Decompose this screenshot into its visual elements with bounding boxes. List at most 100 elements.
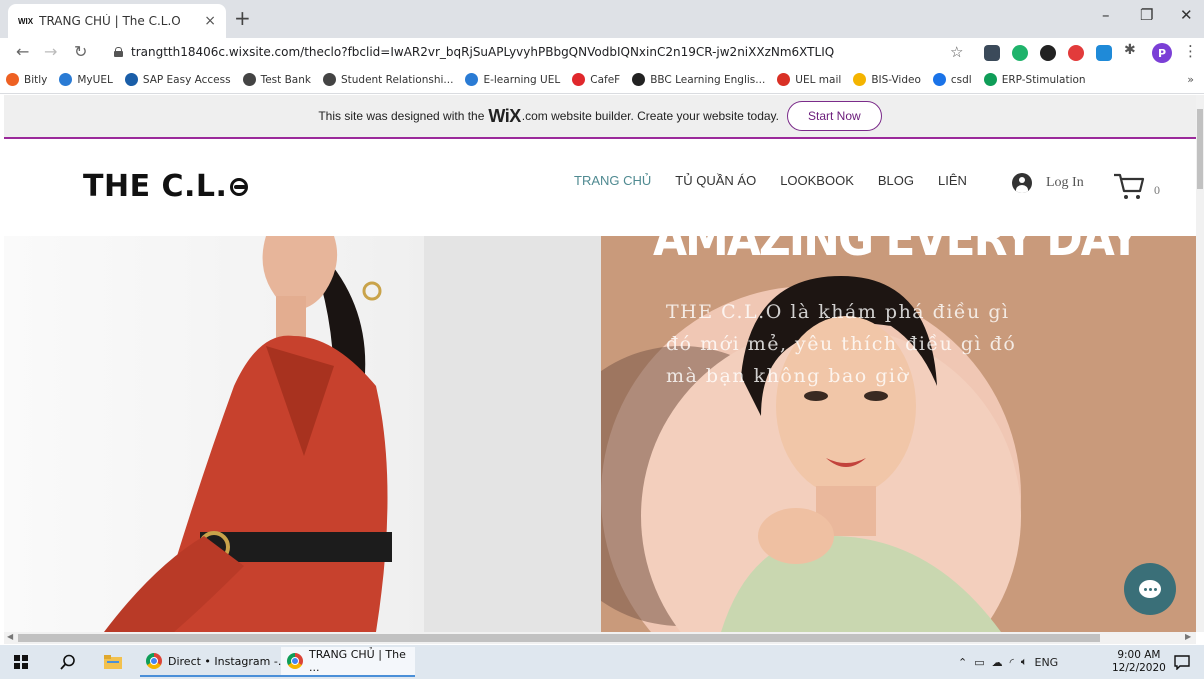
bookmark-item[interactable]: SAP Easy Access	[124, 73, 231, 86]
nav-item-4[interactable]: LIÊN	[938, 173, 967, 188]
lock-icon	[114, 47, 123, 57]
bookmark-label: csdl	[950, 73, 972, 86]
site-logo[interactable]: THE C.L.	[83, 169, 253, 204]
nav-item-1[interactable]: TỦ QUẦN ÁO	[675, 173, 756, 188]
bookmark-item[interactable]: MyUEL	[59, 73, 113, 86]
bookmark-item[interactable]: BIS-Video	[853, 73, 921, 86]
nav-item-3[interactable]: BLOG	[878, 173, 914, 188]
taskbar-app-label: Direct • Instagram -...	[168, 654, 289, 668]
extensions-puzzle-icon[interactable]: ✱	[1124, 42, 1140, 58]
bookmark-item[interactable]: ERP-Stimulation	[983, 73, 1086, 86]
scroll-left-arrow-icon[interactable]: ◀	[7, 632, 13, 641]
new-tab-button[interactable]: +	[234, 6, 251, 30]
taskbar-clock[interactable]: 9:00 AM 12/2/2020	[1112, 649, 1166, 675]
nav-item-0[interactable]: TRANG CHỦ	[574, 173, 651, 188]
tab-title: TRANG CHỦ | The C.L.O	[39, 14, 181, 28]
bookmark-favicon-icon	[59, 73, 73, 86]
address-bar[interactable]: trangtth18406c.wixsite.com/theclo?fbclid…	[106, 40, 972, 64]
bookmark-label: UEL mail	[795, 73, 842, 86]
bookmark-label: SAP Easy Access	[142, 73, 231, 86]
vertical-scrollbar[interactable]	[1196, 95, 1204, 632]
bookmark-favicon-icon	[465, 73, 479, 86]
profile-avatar[interactable]: P	[1152, 43, 1172, 63]
file-explorer-icon[interactable]	[104, 654, 122, 670]
bookmark-favicon-icon	[322, 73, 336, 86]
bookmark-item[interactable]: Test Bank	[242, 73, 311, 86]
bookmark-label: CafeF	[590, 73, 621, 86]
browser-tabstrip: WIX TRANG CHỦ | The C.L.O × + – ❐ ✕	[0, 0, 1204, 38]
bookmark-item[interactable]: E-learning UEL	[465, 73, 560, 86]
extension-dark-icon[interactable]	[1040, 45, 1056, 61]
reload-icon[interactable]: ↻	[74, 42, 87, 61]
bookmark-star-icon[interactable]: ☆	[950, 43, 963, 61]
shopping-cart-icon[interactable]	[1112, 171, 1146, 203]
search-icon[interactable]	[60, 654, 76, 670]
onedrive-cloud-icon[interactable]: ☁	[992, 656, 1003, 669]
windows-taskbar: Direct • Instagram -... TRANG CHỦ | The …	[0, 645, 1204, 679]
model-red-blazer-image	[104, 236, 601, 632]
wix-logo: WiX	[488, 105, 521, 126]
bookmark-favicon-icon	[777, 73, 791, 86]
horizontal-scroll-thumb[interactable]	[18, 634, 1100, 642]
wifi-icon[interactable]: ◜	[1010, 656, 1014, 669]
language-indicator[interactable]: ENG	[1035, 656, 1059, 669]
bookmark-item[interactable]: CafeF	[572, 73, 620, 86]
login-label: Log In	[1046, 175, 1084, 190]
browser-toolbar: ← → ↻ trangtth18406c.wixsite.com/theclo?…	[0, 38, 1204, 66]
forward-arrow-icon[interactable]: →	[44, 42, 57, 61]
chat-button[interactable]	[1124, 563, 1176, 615]
bookmark-item[interactable]: csdl	[932, 73, 972, 86]
hero-description: THE C.L.O là khám phá điều gì đó mới mẻ,…	[666, 301, 1017, 387]
bookmark-favicon-icon	[242, 73, 256, 86]
bookmark-item[interactable]: Student Relationshi...	[322, 73, 453, 86]
bookmark-favicon-icon	[6, 73, 19, 86]
bookmarks-more-icon[interactable]: »	[1187, 73, 1194, 86]
bookmarks-bar: Bitly MyUEL SAP Easy Access Test Bank Studen…	[0, 66, 1204, 94]
chrome-icon	[287, 653, 303, 669]
cart-count: 0	[1154, 183, 1160, 197]
back-arrow-icon[interactable]: ←	[16, 42, 29, 61]
nav-item-2[interactable]: LOOKBOOK	[780, 173, 854, 188]
wix-favicon-icon: WIX	[18, 16, 34, 26]
restore-icon[interactable]: ❐	[1140, 6, 1153, 24]
bookmark-label: Bitly	[24, 73, 48, 86]
bookmark-item[interactable]: UEL mail	[777, 73, 841, 86]
menu-kebab-icon[interactable]: ⋮	[1183, 42, 1198, 60]
login-link[interactable]: Log In	[1012, 173, 1084, 193]
extension-blue-icon[interactable]	[1096, 45, 1112, 61]
scroll-right-arrow-icon[interactable]: ▶	[1185, 632, 1191, 641]
bookmark-favicon-icon	[124, 73, 138, 86]
battery-icon[interactable]: ▭	[974, 656, 984, 669]
horizontal-scrollbar[interactable]: ◀ ▶	[4, 632, 1196, 644]
taskbar-app-instagram[interactable]: Direct • Instagram -...	[140, 647, 295, 677]
tray-chevron-up-icon[interactable]: ⌃	[958, 656, 967, 669]
notifications-icon[interactable]	[1174, 654, 1190, 670]
bookmark-item[interactable]: BBC Learning Englis...	[632, 73, 765, 86]
close-window-icon[interactable]: ✕	[1180, 6, 1193, 24]
minimize-icon[interactable]: –	[1102, 6, 1110, 24]
bookmark-label: MyUEL	[77, 73, 113, 86]
bookmark-label: Test Bank	[260, 73, 311, 86]
clock-date: 12/2/2020	[1112, 662, 1166, 674]
bookmark-label: BBC Learning Englis...	[650, 73, 766, 86]
bookmark-label: BIS-Video	[871, 73, 921, 86]
extension-grammarly-icon[interactable]	[1012, 45, 1028, 61]
taskbar-app-trang-chu[interactable]: TRANG CHỦ | The ...	[281, 647, 415, 677]
system-tray: ⌃ ▭ ☁ ◜ 🔈︎ ENG	[958, 655, 1058, 669]
vertical-scroll-thumb[interactable]	[1197, 109, 1203, 189]
bookmark-favicon-icon	[853, 73, 867, 86]
extension-adblock-icon[interactable]	[1068, 45, 1084, 61]
windows-start-icon[interactable]	[14, 655, 28, 669]
extension-f-icon[interactable]	[984, 45, 1000, 61]
wix-promo-banner: This site was designed with the WiX .com…	[4, 95, 1196, 139]
browser-tab-active[interactable]: WIX TRANG CHỦ | The C.L.O ×	[8, 4, 226, 38]
bookmark-favicon-icon	[932, 73, 946, 86]
bookmark-favicon-icon	[983, 73, 997, 86]
bookmark-favicon-icon	[632, 73, 646, 86]
main-nav: TRANG CHỦ TỦ QUẦN ÁO LOOKBOOK BLOG LIÊN	[574, 173, 991, 188]
tab-close-icon[interactable]: ×	[204, 13, 216, 29]
start-now-button[interactable]: Start Now	[787, 101, 882, 131]
bookmark-item[interactable]: Bitly	[6, 73, 47, 86]
volume-icon[interactable]: 🔈︎	[1021, 655, 1028, 669]
bookmark-label: E-learning UEL	[483, 73, 561, 86]
